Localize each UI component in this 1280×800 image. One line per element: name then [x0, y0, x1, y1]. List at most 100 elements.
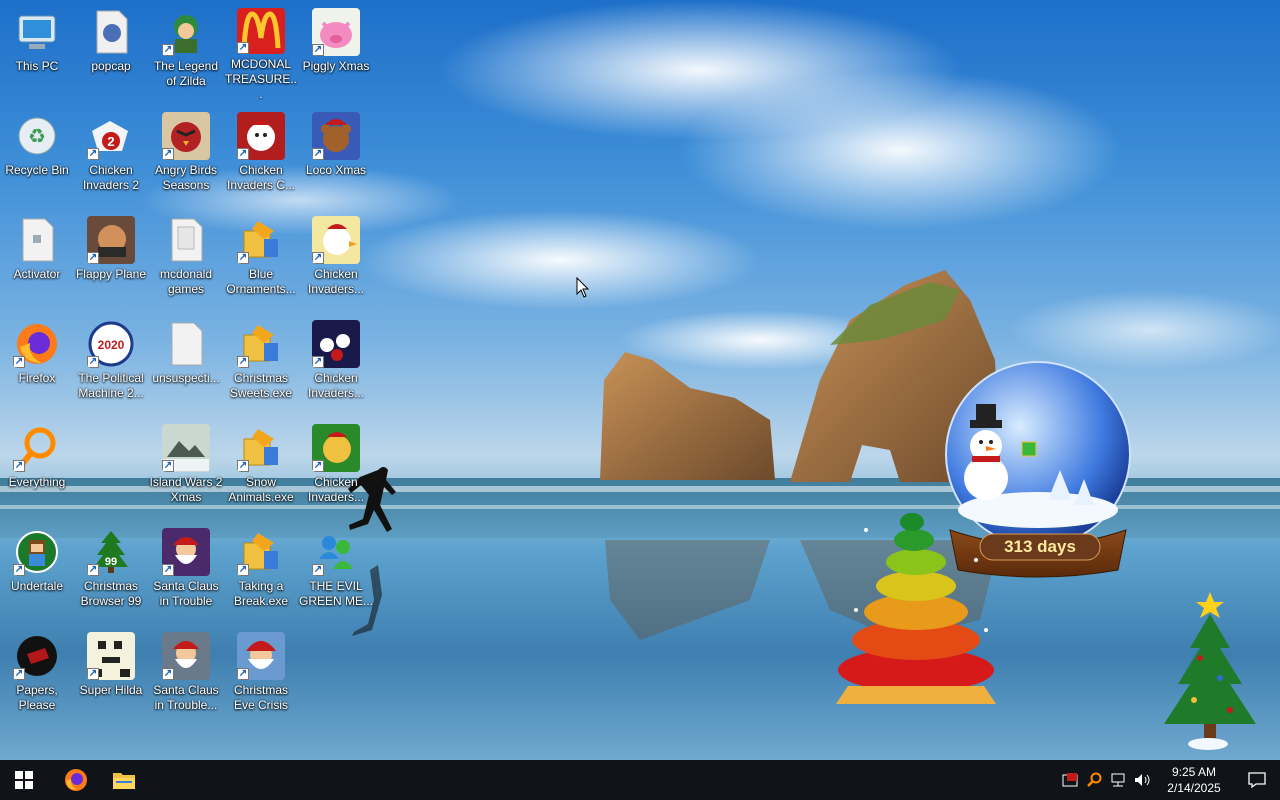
shortcut-arrow-icon: ↗ [87, 564, 99, 576]
clock-date: 2/14/2025 [1167, 781, 1221, 795]
pixel-tree-icon: 99 ↗ [87, 528, 135, 576]
firefox-icon [65, 769, 87, 791]
icon-label: Snow Animals.exe [228, 475, 294, 504]
installer-icon: ↗ [237, 216, 285, 264]
taskbar-clock[interactable]: 9:25 AM 2/14/2025 [1154, 764, 1234, 796]
icon-label: Island Wars 2 Xmas [149, 475, 223, 504]
desktop-icon-popcap[interactable]: popcap [74, 2, 148, 102]
icon-label: Activator [13, 267, 61, 281]
desktop-icon-island-wars-2[interactable]: ↗ Island Wars 2 Xmas [149, 418, 223, 518]
icon-label: The Political Machine 2... [78, 371, 144, 400]
icon-label: Taking a Break.exe [233, 579, 289, 608]
desktop-icon-chicken-invaders-c[interactable]: ↗ Chicken Invaders C... [224, 106, 298, 206]
shortcut-arrow-icon: ↗ [162, 668, 174, 680]
notification-icon [1248, 772, 1266, 788]
desktop-icon-mcdonal-treasure[interactable]: ↗ MCDONAL TREASURE... [224, 2, 298, 102]
desktop-icon-activator[interactable]: Activator [0, 210, 74, 310]
desktop-icon-firefox[interactable]: ↗ Firefox [0, 314, 74, 414]
shortcut-arrow-icon: ↗ [312, 356, 324, 368]
desktop-icon-papers-please[interactable]: ↗ Papers, Please [0, 626, 74, 726]
desktop-icon-recycle-bin[interactable]: ♻ Recycle Bin [0, 106, 74, 206]
shortcut-arrow-icon: ↗ [237, 668, 249, 680]
desktop-icon-snow-animals[interactable]: ↗ Snow Animals.exe [224, 418, 298, 518]
desktop-icon-santa-claus-in-trouble[interactable]: ↗ Santa Claus in Trouble [149, 522, 223, 622]
taskbar-file-explorer-button[interactable] [100, 760, 148, 800]
taskbar: 9:25 AM 2/14/2025 [0, 760, 1280, 800]
desktop-icon-flappy-plane[interactable]: ↗ Flappy Plane [74, 210, 148, 310]
undertale-icon: ↗ [13, 528, 61, 576]
start-button[interactable] [0, 760, 48, 800]
desktop-icon-super-hilda[interactable]: ↗ Super Hilda [74, 626, 148, 726]
desktop-icon-taking-a-break[interactable]: ↗ Taking a Break.exe [224, 522, 298, 622]
shortcut-arrow-icon: ↗ [237, 564, 249, 576]
taskbar-firefox-button[interactable] [52, 760, 100, 800]
desktop-icon-blue-ornaments[interactable]: ↗ Blue Ornaments... [224, 210, 298, 310]
shortcut-arrow-icon: ↗ [87, 252, 99, 264]
desktop-icon-piggly-xmas[interactable]: ↗ Piggly Xmas [299, 2, 373, 102]
desktop-icon-undertale[interactable]: ↗ Undertale [0, 522, 74, 622]
piggly-icon: ↗ [312, 8, 360, 56]
shortcut-arrow-icon: ↗ [13, 460, 25, 472]
shortcut-arrow-icon: ↗ [237, 148, 249, 160]
chicken-invaders-icon: 2 ↗ [87, 112, 135, 160]
desktop-icon-chicken-invaders-3[interactable]: ↗ Chicken Invaders... [299, 210, 373, 310]
installer-icon: ↗ [237, 528, 285, 576]
desktop-icon-christmas-sweets[interactable]: ↗ Christmas Sweets.exe [224, 314, 298, 414]
file-icon [13, 216, 61, 264]
icon-label: Christmas Eve Crisis [233, 683, 288, 712]
windows-logo-icon [15, 771, 33, 789]
desktop-icon-loco-xmas[interactable]: ↗ Loco Xmas [299, 106, 373, 206]
network-icon[interactable] [1106, 760, 1130, 800]
recycle-bin-icon: ♻ [13, 112, 61, 160]
teddy-bear-icon: ↗ [312, 112, 360, 160]
desktop-icon-mcdonald-games[interactable]: mcdonald games [149, 210, 223, 310]
desktop-icon-legend-of-zilda[interactable]: ↗ The Legend of Zilda [149, 2, 223, 102]
mouse-cursor-icon [576, 277, 590, 298]
svg-text:2: 2 [107, 134, 114, 149]
chicken-invaders-icon: ↗ [312, 320, 360, 368]
this-pc-icon [13, 8, 61, 56]
system-tray: 9:25 AM 2/14/2025 [1058, 760, 1280, 800]
firefox-icon: ↗ [13, 320, 61, 368]
volume-icon[interactable] [1130, 760, 1154, 800]
desktop-icon-political-machine[interactable]: 2020 ↗ The Political Machine 2... [74, 314, 148, 414]
shortcut-arrow-icon: ↗ [13, 668, 25, 680]
file-explorer-icon [113, 773, 135, 789]
shortcut-arrow-icon: ↗ [237, 460, 249, 472]
desktop-icon-christmas-browser-99[interactable]: 99 ↗ Christmas Browser 99 [74, 522, 148, 622]
desktop-icon-everything[interactable]: ↗ Everything [0, 418, 74, 518]
shortcut-arrow-icon: ↗ [312, 44, 324, 56]
desktop-icon-chicken-invaders-4[interactable]: ↗ Chicken Invaders... [299, 314, 373, 414]
icon-label: Chicken Invaders... [307, 267, 365, 296]
search-everything-icon[interactable] [1082, 760, 1106, 800]
shortcut-arrow-icon: ↗ [312, 148, 324, 160]
christmas-tree-gadget[interactable] [1160, 588, 1256, 756]
messenger-icon: ↗ [312, 528, 360, 576]
shortcut-arrow-icon: ↗ [162, 44, 174, 56]
shortcut-arrow-icon: ↗ [162, 148, 174, 160]
desktop-icon-chicken-invaders-5[interactable]: ↗ Chicken Invaders... [299, 418, 373, 518]
icon-label: Angry Birds Seasons [154, 163, 218, 192]
magnifier-icon: ↗ [13, 424, 61, 472]
desktop-icon-evil-green-me[interactable]: ↗ THE EVIL GREEN ME... [299, 522, 373, 622]
icon-label: Santa Claus in Trouble... [153, 683, 219, 712]
shortcut-arrow-icon: ↗ [87, 356, 99, 368]
countdown-text: 313 days [1004, 537, 1076, 556]
icon-label: Blue Ornaments... [226, 267, 296, 296]
political-year-badge: 2020 [98, 338, 125, 352]
desktop-icon-unsuspecti[interactable]: unsuspecti... [149, 314, 223, 414]
notification-center-button[interactable] [1234, 760, 1280, 800]
desktop-icon-this-pc[interactable]: This PC [0, 2, 74, 102]
desktop-icon-chicken-invaders-2[interactable]: 2 ↗ Chicken Invaders 2 [74, 106, 148, 206]
security-icon[interactable] [1058, 760, 1082, 800]
icon-label: unsuspecti... [152, 371, 220, 385]
desktop-icon-angry-birds-seasons[interactable]: ↗ Angry Birds Seasons [149, 106, 223, 206]
icon-label: mcdonald games [159, 267, 213, 296]
icon-label: Chicken Invaders... [307, 475, 365, 504]
shortcut-arrow-icon: ↗ [13, 564, 25, 576]
shortcut-arrow-icon: ↗ [237, 356, 249, 368]
desktop-icon-santa-claus-in-trouble-2[interactable]: ↗ Santa Claus in Trouble... [149, 626, 223, 726]
swirl-tree-gadget[interactable] [826, 490, 1008, 718]
shortcut-arrow-icon: ↗ [87, 148, 99, 160]
desktop-icon-christmas-eve-crisis[interactable]: ↗ Christmas Eve Crisis [224, 626, 298, 726]
